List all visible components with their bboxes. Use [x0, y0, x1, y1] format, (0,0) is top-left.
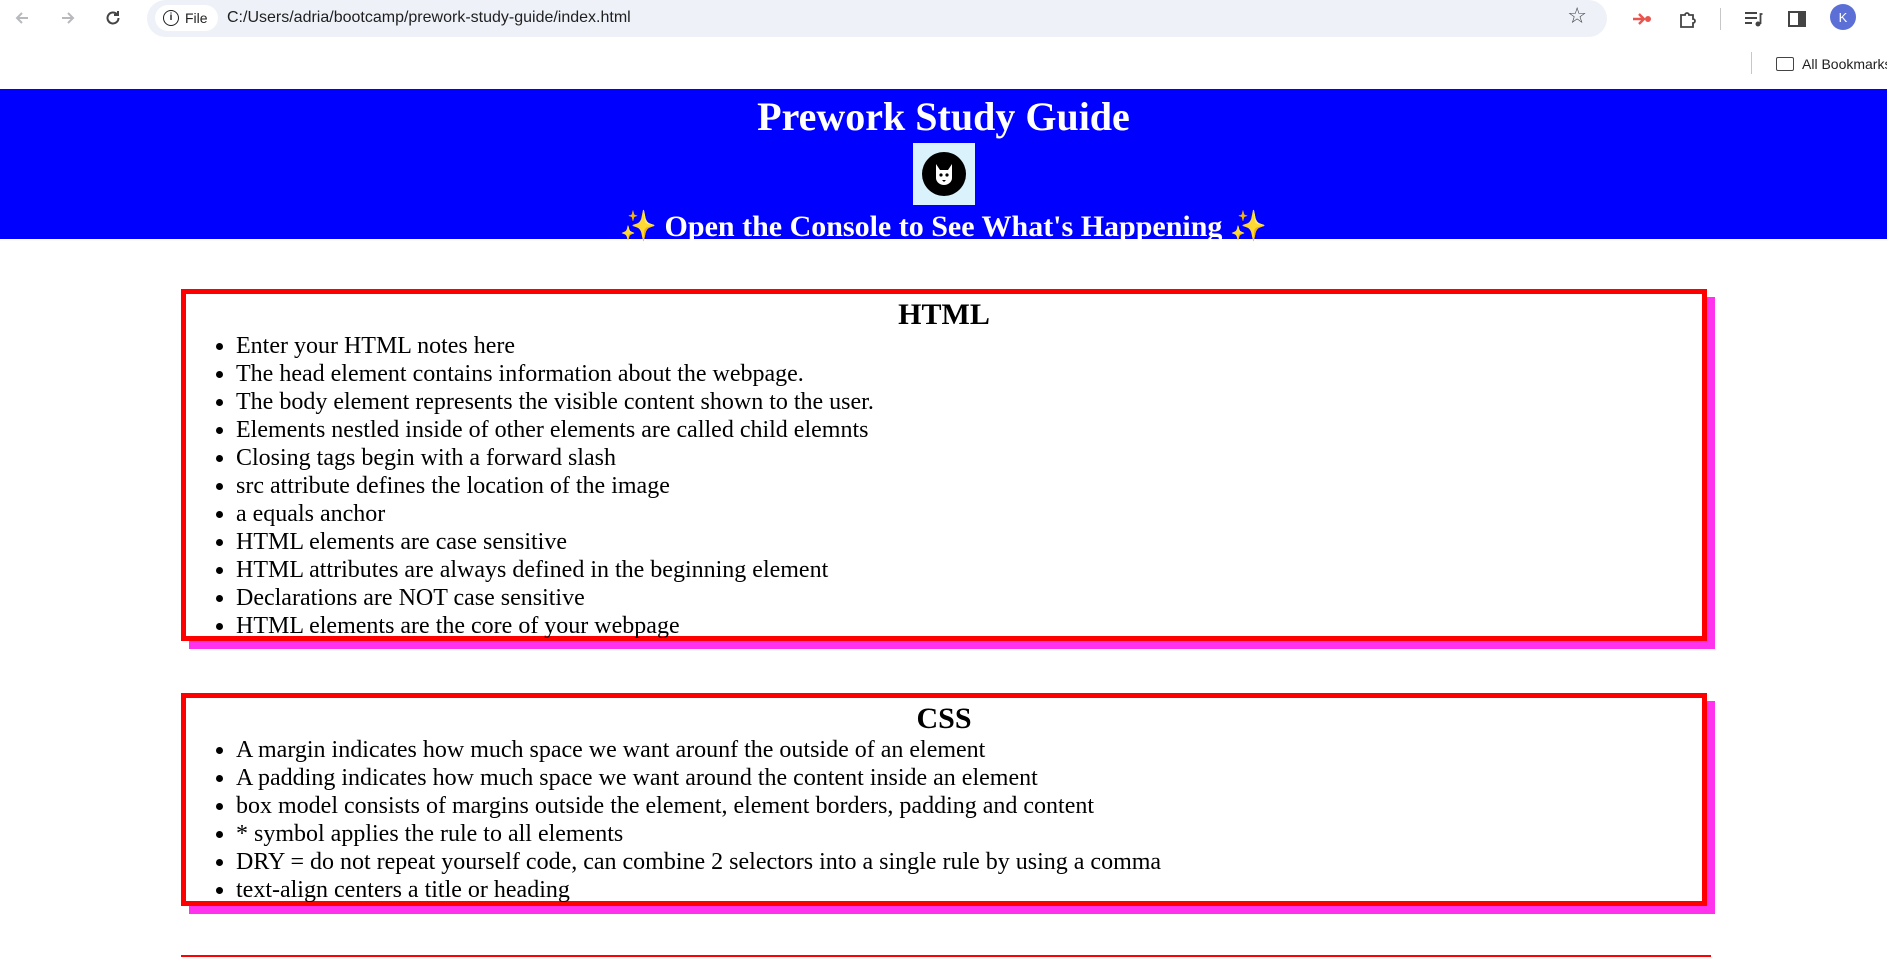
list-item: a equals anchor: [236, 500, 1702, 528]
list-item: Declarations are NOT case sensitive: [236, 584, 1702, 612]
star-icon[interactable]: ☆: [1567, 4, 1587, 29]
url-text[interactable]: C:/Users/adria/bootcamp/prework-study-gu…: [227, 9, 631, 27]
css-notes-list: A margin indicates how much space we wan…: [186, 736, 1702, 904]
list-item: text-align centers a title or heading: [236, 876, 1702, 904]
list-item: A padding indicates how much space we wa…: [236, 764, 1702, 792]
folder-icon: [1776, 57, 1794, 71]
list-item: DRY = do not repeat yourself code, can c…: [236, 848, 1702, 876]
html-notes-list: Enter your HTML notes here The head elem…: [186, 332, 1702, 640]
cat-icon: [921, 152, 966, 196]
list-item: A margin indicates how much space we wan…: [236, 736, 1702, 764]
list-item: HTML elements are case sensitive: [236, 528, 1702, 556]
html-section: HTML Enter your HTML notes here The head…: [181, 289, 1707, 641]
all-bookmarks-label[interactable]: All Bookmarks: [1802, 56, 1887, 72]
site-chip-label: File: [185, 10, 208, 26]
list-item: src attribute defines the location of th…: [236, 472, 1702, 500]
avatar: [912, 143, 975, 205]
list-item: The body element represents the visible …: [236, 388, 1702, 416]
reload-icon[interactable]: [97, 2, 129, 34]
profile-avatar[interactable]: K: [1830, 4, 1856, 30]
css-section: CSS A margin indicates how much space we…: [181, 693, 1707, 906]
list-item: Closing tags begin with a forward slash: [236, 444, 1702, 472]
section-heading: CSS: [916, 702, 972, 735]
extension-icon[interactable]: [1627, 4, 1657, 34]
back-icon[interactable]: [6, 2, 38, 34]
section-heading: HTML: [898, 298, 990, 331]
list-item: * symbol applies the rule to all element…: [236, 820, 1702, 848]
page-header: Prework Study Guide ✨ Open the Console t…: [0, 89, 1887, 243]
list-item: The head element contains information ab…: [236, 360, 1702, 388]
browser-chrome: i File C:/Users/adria/bootcamp/prework-s…: [0, 0, 1887, 88]
address-bar[interactable]: i File C:/Users/adria/bootcamp/prework-s…: [147, 0, 1607, 37]
list-item: Elements nestled inside of other element…: [236, 416, 1702, 444]
list-item: Enter your HTML notes here: [236, 332, 1702, 360]
info-icon: i: [163, 10, 179, 26]
forward-icon[interactable]: [52, 2, 84, 34]
puzzle-icon[interactable]: [1672, 4, 1702, 34]
list-item: box model consists of margins outside th…: [236, 792, 1702, 820]
site-info-chip[interactable]: i File: [155, 5, 218, 31]
media-icon[interactable]: [1738, 4, 1768, 34]
sidepanel-icon[interactable]: [1782, 4, 1812, 34]
list-item: HTML attributes are always defined in th…: [236, 556, 1702, 584]
bookmarks-bar[interactable]: All Bookmarks: [1750, 52, 1887, 76]
list-item: HTML elements are the core of your webpa…: [236, 612, 1702, 640]
page-subtitle: ✨ Open the Console to See What's Happeni…: [619, 210, 1268, 243]
page-title: Prework Study Guide: [757, 94, 1130, 139]
